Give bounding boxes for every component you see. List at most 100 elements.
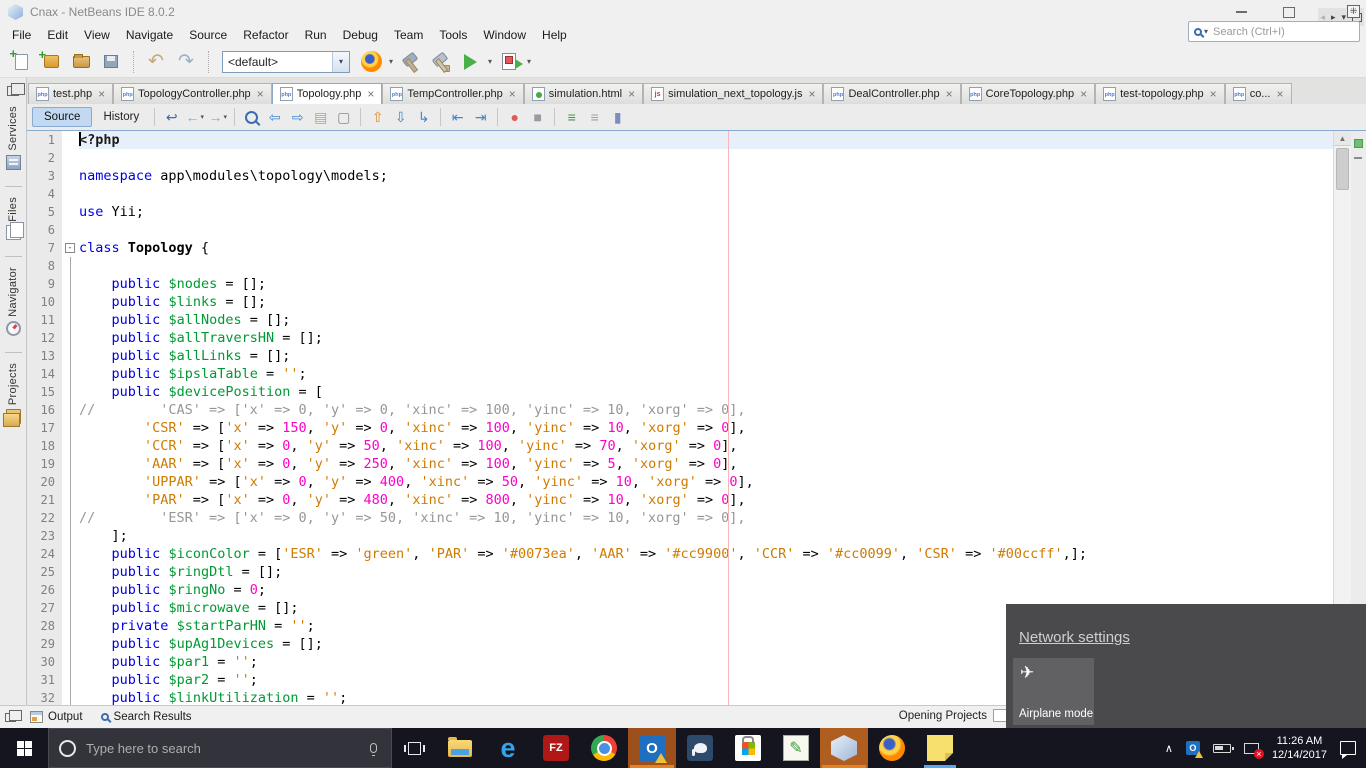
dock-panel-icon[interactable] bbox=[5, 709, 22, 722]
file-tab-simulation-html[interactable]: simulation.html × bbox=[523, 83, 644, 104]
maximize-editor-icon[interactable]: ⁜ bbox=[1347, 5, 1360, 18]
shift-right-icon[interactable]: ⇥ bbox=[470, 107, 491, 128]
taskbar-app-sticky-notes[interactable] bbox=[916, 728, 964, 768]
sidebar-item-navigator[interactable]: Navigator bbox=[5, 267, 21, 340]
start-button[interactable] bbox=[0, 728, 48, 768]
taskbar-search-box[interactable]: Type here to search bbox=[48, 728, 392, 768]
file-tab-test-topology-php[interactable]: test-topology.php × bbox=[1095, 83, 1225, 104]
panel-tab-output[interactable]: Output bbox=[24, 709, 89, 725]
line-number[interactable]: 31 bbox=[27, 671, 62, 689]
menu-navigate[interactable]: Navigate bbox=[118, 25, 181, 45]
chevron-down-icon[interactable]: ▾ bbox=[389, 57, 393, 66]
line-number[interactable]: 28 bbox=[27, 617, 62, 635]
chevron-down-icon[interactable]: ▾ bbox=[488, 57, 492, 66]
microphone-icon[interactable] bbox=[370, 743, 377, 756]
line-number[interactable]: 17 bbox=[27, 419, 62, 437]
chevron-down-icon[interactable]: ▾ bbox=[527, 57, 531, 66]
line-number[interactable]: 6 bbox=[27, 221, 62, 239]
line-number[interactable]: 26 bbox=[27, 581, 62, 599]
line-number[interactable]: 25 bbox=[27, 563, 62, 581]
find-previous-icon[interactable]: ⇦ bbox=[264, 107, 285, 128]
file-tab-dealcontroller-php[interactable]: DealController.php × bbox=[823, 83, 961, 104]
menu-tools[interactable]: Tools bbox=[431, 25, 475, 45]
close-tab-icon[interactable]: × bbox=[946, 87, 953, 101]
line-number[interactable]: 9 bbox=[27, 275, 62, 293]
line-number[interactable]: 23 bbox=[27, 527, 62, 545]
toggle-highlight-icon[interactable]: ▤ bbox=[310, 107, 331, 128]
build-project-button[interactable] bbox=[397, 49, 423, 75]
close-tab-icon[interactable]: × bbox=[808, 87, 815, 101]
taskbar-clock[interactable]: 11:26 AM 12/14/2017 bbox=[1272, 734, 1327, 762]
menu-help[interactable]: Help bbox=[534, 25, 575, 45]
taskbar-app-firefox[interactable] bbox=[868, 728, 916, 768]
line-number[interactable]: 20 bbox=[27, 473, 62, 491]
new-file-button[interactable] bbox=[8, 46, 34, 75]
battery-icon[interactable] bbox=[1212, 743, 1234, 753]
menu-run[interactable]: Run bbox=[297, 25, 335, 45]
file-tab-test-php[interactable]: test.php × bbox=[28, 83, 114, 104]
menu-refactor[interactable]: Refactor bbox=[235, 25, 296, 45]
comment-icon[interactable]: ≡ bbox=[561, 107, 582, 128]
undo-button[interactable]: ↶ bbox=[143, 49, 169, 75]
file-tab-tempcontroller-php[interactable]: TempController.php × bbox=[382, 83, 524, 104]
outlook-alert-icon[interactable]: O bbox=[1185, 741, 1203, 758]
taskbar-app-edge[interactable] bbox=[484, 728, 532, 768]
line-number[interactable]: 22 bbox=[27, 509, 62, 527]
clean-build-button[interactable] bbox=[427, 49, 453, 75]
panel-tab-search-results[interactable]: Search Results bbox=[95, 709, 198, 725]
back-icon[interactable]: ← ▾ bbox=[184, 107, 205, 128]
sidebar-item-files[interactable]: Files bbox=[5, 197, 24, 245]
taskbar-app-filezilla[interactable] bbox=[532, 728, 580, 768]
file-tab-topologycontroller-php[interactable]: TopologyController.php × bbox=[113, 83, 272, 104]
menu-debug[interactable]: Debug bbox=[335, 25, 386, 45]
line-number[interactable]: 15 bbox=[27, 383, 62, 401]
browser-select-button[interactable] bbox=[358, 49, 384, 75]
line-number[interactable]: 3 bbox=[27, 167, 62, 185]
line-number[interactable]: 19 bbox=[27, 455, 62, 473]
no-errors-indicator[interactable] bbox=[1354, 139, 1363, 148]
uncomment-icon[interactable]: ≡ bbox=[584, 107, 605, 128]
line-number[interactable]: 8 bbox=[27, 257, 62, 275]
find-next-icon[interactable]: ⇨ bbox=[287, 107, 308, 128]
menu-window[interactable]: Window bbox=[475, 25, 534, 45]
open-project-button[interactable] bbox=[68, 49, 94, 75]
line-number[interactable]: 18 bbox=[27, 437, 62, 455]
line-number[interactable]: 14 bbox=[27, 365, 62, 383]
close-tab-icon[interactable]: × bbox=[1276, 87, 1283, 101]
close-tab-icon[interactable]: × bbox=[367, 87, 374, 101]
line-number[interactable]: 32 bbox=[27, 689, 62, 705]
stop-macro-icon[interactable]: ■ bbox=[527, 107, 548, 128]
close-tab-icon[interactable]: × bbox=[98, 87, 105, 101]
line-number[interactable]: 16 bbox=[27, 401, 62, 419]
line-number[interactable]: 29 bbox=[27, 635, 62, 653]
line-number[interactable]: 10 bbox=[27, 293, 62, 311]
source-view-button[interactable]: Source bbox=[32, 107, 93, 127]
sidebar-item-projects[interactable]: Projects bbox=[2, 363, 21, 428]
menu-file[interactable]: File bbox=[4, 25, 39, 45]
scrollbar-thumb[interactable] bbox=[1336, 148, 1349, 190]
close-tab-icon[interactable]: × bbox=[1210, 87, 1217, 101]
line-number[interactable]: 21 bbox=[27, 491, 62, 509]
menu-source[interactable]: Source bbox=[181, 25, 235, 45]
network-disconnected-icon[interactable] bbox=[1243, 742, 1264, 759]
line-number[interactable]: 11 bbox=[27, 311, 62, 329]
forward-icon[interactable]: → ▾ bbox=[207, 107, 228, 128]
chevron-down-icon[interactable]: ▾ bbox=[223, 113, 227, 121]
taskbar-app-notepad[interactable] bbox=[772, 728, 820, 768]
task-view-button[interactable] bbox=[392, 728, 436, 768]
scroll-up-icon[interactable]: ▲ bbox=[1334, 131, 1351, 146]
menu-edit[interactable]: Edit bbox=[39, 25, 76, 45]
file-tab-coretopology-php[interactable]: CoreTopology.php × bbox=[960, 83, 1096, 104]
line-number[interactable]: 24 bbox=[27, 545, 62, 563]
file-tab-simulation-next-topology-js[interactable]: simulation_next_topology.js × bbox=[643, 83, 824, 104]
run-project-button[interactable] bbox=[457, 49, 483, 75]
chevron-down-icon[interactable]: ▾ bbox=[1204, 27, 1208, 36]
previous-occurrence-icon[interactable]: ⇧ bbox=[367, 107, 388, 128]
taskbar-app-outlook[interactable] bbox=[628, 728, 676, 768]
debug-project-button[interactable] bbox=[496, 49, 524, 75]
line-number[interactable]: 7 bbox=[27, 239, 62, 257]
taskbar-app-netbeans[interactable] bbox=[820, 728, 868, 768]
line-number[interactable]: 12 bbox=[27, 329, 62, 347]
taskbar-app-chrome[interactable] bbox=[580, 728, 628, 768]
find-selection-icon[interactable] bbox=[241, 107, 262, 128]
